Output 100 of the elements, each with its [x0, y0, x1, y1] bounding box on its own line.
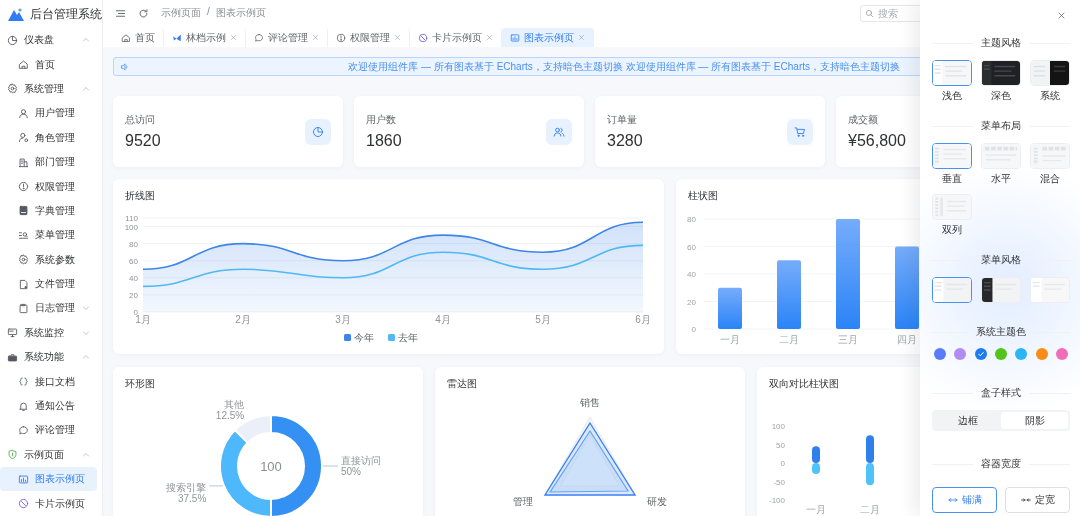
axis-label: 50 — [776, 440, 785, 450]
sidebar-item[interactable]: 示例页面 — [0, 442, 102, 468]
legend-label: 今年 — [354, 332, 374, 343]
sidebar-item[interactable]: 权限管理 — [0, 174, 102, 199]
color-swatch[interactable] — [1055, 348, 1068, 360]
close-icon[interactable] — [1057, 11, 1066, 20]
option-label: 混合 — [1040, 172, 1060, 186]
tab[interactable]: 首页 — [113, 28, 164, 47]
user-icon — [18, 107, 29, 119]
tab[interactable]: 林档示例 — [164, 28, 246, 47]
sidebar-item[interactable]: 文件管理 — [0, 271, 102, 297]
chevron-down-icon[interactable] — [82, 328, 90, 337]
color-swatch[interactable] — [954, 348, 967, 360]
tab[interactable]: 图表示例页 — [502, 28, 594, 47]
option-label: 深色 — [991, 89, 1011, 103]
axis-label: 20 — [129, 290, 138, 300]
width-button[interactable]: 铺满 — [932, 487, 997, 513]
tab[interactable]: 评论管理 — [246, 28, 328, 47]
chevron-up-icon[interactable] — [82, 450, 90, 459]
color-swatch[interactable] — [1015, 348, 1028, 360]
close-icon[interactable] — [394, 34, 401, 41]
axis-label: 60 — [129, 256, 138, 266]
stat-label: 订单量 — [607, 113, 638, 127]
stat-label: 成交额 — [848, 113, 879, 127]
chevron-down-icon[interactable] — [82, 304, 90, 313]
sidebar-item[interactable]: 图表示例页 — [0, 467, 97, 492]
refresh-icon[interactable] — [138, 7, 149, 19]
axis-label: 管理 — [512, 496, 533, 507]
sidebar-item[interactable]: 字典管理 — [0, 198, 102, 224]
leader-line — [208, 485, 224, 487]
sidebar-item[interactable]: 系统管理 — [0, 76, 102, 102]
color-swatch[interactable] — [995, 348, 1007, 360]
sidebar-item[interactable]: 系统功能 — [0, 345, 102, 370]
axis-label: -50 — [773, 477, 785, 487]
section-title: 菜单布局 — [981, 119, 1021, 133]
pie-chart-icon — [7, 34, 18, 46]
segment-button[interactable]: 阴影 — [1001, 412, 1068, 429]
section-title: 主题风格 — [981, 36, 1021, 50]
mountain-logo-icon — [8, 7, 24, 21]
sidebar-item[interactable]: 用户管理 — [0, 101, 102, 126]
chart-title: 环形图 — [125, 378, 155, 390]
sidebar-item[interactable]: 仪表盘 — [0, 28, 102, 53]
stat-value: ¥56,800 — [848, 132, 906, 150]
section-title: 盒子样式 — [981, 386, 1021, 400]
list-search-icon — [18, 229, 29, 241]
width-button[interactable]: 定宽 — [1005, 487, 1070, 513]
section-title: 菜单风格 — [981, 253, 1021, 267]
close-icon[interactable] — [578, 34, 585, 41]
axis-label: 40 — [129, 273, 138, 283]
layout-thumbnail[interactable] — [932, 60, 972, 86]
color-swatch[interactable] — [974, 348, 987, 360]
user-gear-icon — [18, 132, 29, 144]
stat-label: 用户数 — [366, 113, 397, 127]
gear-icon — [7, 83, 18, 95]
axis-label: 6月 — [635, 314, 651, 325]
chevron-up-icon[interactable] — [82, 84, 90, 93]
sidebar-item[interactable]: 菜单管理 — [0, 223, 102, 248]
breadcrumb-item[interactable]: 示例页面 — [161, 6, 201, 20]
circle-slash-icon — [18, 498, 29, 510]
sidebar-item[interactable]: 角色管理 — [0, 125, 102, 150]
axis-label: 20 — [687, 297, 696, 307]
sidebar-item[interactable]: 通知公告 — [0, 393, 102, 419]
axis-label: 0 — [133, 308, 138, 317]
chevron-up-icon[interactable] — [82, 36, 90, 45]
breadcrumb-item: 图表示例页 — [215, 6, 266, 20]
section-title: 系统主题色 — [976, 325, 1026, 339]
legend-label: 去年 — [398, 332, 418, 343]
axis-label: 4月 — [435, 314, 451, 325]
slice-label: 直接访问 50% — [341, 455, 381, 477]
stat-label: 总访问 — [125, 113, 156, 127]
sidebar-item[interactable]: 首页 — [0, 52, 102, 77]
sidebar-item[interactable]: 部门管理 — [0, 149, 102, 175]
menu-fold-icon[interactable] — [115, 7, 126, 19]
option-label: 双列 — [942, 223, 962, 237]
layout-thumbnail[interactable] — [932, 143, 972, 169]
color-swatch[interactable] — [1035, 348, 1048, 360]
sidebar-item[interactable]: 系统监控 — [0, 320, 102, 346]
close-icon[interactable] — [486, 34, 493, 41]
segment-button[interactable]: 边框 — [934, 412, 1001, 429]
cart-icon — [787, 118, 813, 145]
alert-circle-icon — [18, 181, 29, 193]
sidebar-item[interactable]: 系统参数 — [0, 247, 102, 272]
sidebar-item[interactable]: 日志管理 — [0, 296, 102, 321]
close-icon[interactable] — [230, 34, 237, 41]
speaker-icon — [120, 61, 130, 72]
sidebar-item[interactable]: 卡片示例页 — [0, 491, 102, 516]
clipboard-icon — [18, 303, 29, 314]
chevron-up-icon[interactable] — [82, 353, 90, 362]
sidebar-item[interactable]: 接口文档 — [0, 369, 102, 394]
color-swatch[interactable] — [934, 348, 946, 360]
stat-value: 3280 — [607, 132, 643, 150]
layout-thumbnail[interactable] — [932, 277, 972, 303]
close-icon[interactable] — [312, 34, 319, 41]
axis-label: 1月 — [135, 314, 151, 325]
slice-label: 其他 12.5% — [215, 399, 245, 421]
chart-doc-icon — [510, 32, 520, 43]
chart-doc-icon — [18, 473, 29, 485]
sidebar-item[interactable]: 评论管理 — [0, 418, 102, 443]
axis-label: 三月 — [838, 334, 858, 345]
tab[interactable]: 权限管理 — [328, 28, 410, 47]
